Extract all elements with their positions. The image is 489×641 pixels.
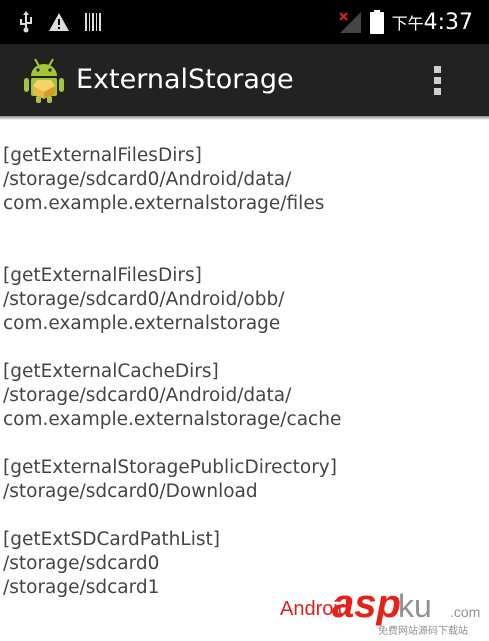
path-line: com.example.externalstorage/files — [3, 193, 325, 214]
watermark-domain: .com — [450, 604, 481, 620]
battery-icon — [369, 10, 384, 34]
path-header: [getExternalStoragePublicDirectory] — [3, 457, 337, 478]
signal-icon — [338, 12, 361, 33]
path-line: /storage/sdcard0/Android/data/ — [3, 385, 292, 406]
system-status: 下午4:37 — [338, 6, 473, 38]
path-header: [getExternalFilesDirs] — [3, 145, 202, 166]
android-icon — [24, 58, 64, 103]
watermark: Android asp ku .com 免费网站源码下载站 — [280, 582, 489, 641]
clock-time: 4:37 — [423, 9, 473, 35]
clock-period: 下午 — [391, 13, 424, 33]
path-block-obb: [getExternalFilesDirs] /storage/sdcard0/… — [3, 264, 485, 336]
overflow-menu-icon[interactable] — [428, 62, 448, 98]
path-header: [getExternalCacheDirs] — [3, 361, 219, 382]
path-line: /storage/sdcard0/Android/obb/ — [3, 289, 285, 310]
path-line: /storage/sdcard0/Download — [3, 481, 258, 502]
watermark-brand-suffix: ku — [398, 588, 432, 624]
path-block-cache: [getExternalCacheDirs] /storage/sdcard0/… — [3, 360, 485, 432]
watermark-subtitle: 免费网站源码下载站 — [378, 626, 468, 637]
watermark-brand: asp — [332, 582, 401, 626]
barcode-icon — [85, 13, 101, 31]
app-title: ExternalStorage — [76, 64, 294, 95]
path-header: [getExternalFilesDirs] — [3, 265, 202, 286]
path-line: com.example.externalstorage/cache — [3, 409, 342, 430]
clock: 下午4:37 — [392, 10, 473, 35]
warning-icon — [49, 13, 69, 31]
path-block-files: [getExternalFilesDirs] /storage/sdcard0/… — [3, 144, 485, 216]
storage-path-list: [getExternalFilesDirs] /storage/sdcard0/… — [3, 144, 485, 600]
path-header: [getExtSDCardPathList] — [3, 529, 220, 550]
notification-icons — [18, 10, 102, 34]
status-bar: 下午4:37 — [0, 0, 489, 44]
path-line: /storage/sdcard0/Android/data/ — [3, 169, 292, 190]
path-line: com.example.externalstorage — [3, 313, 281, 334]
path-line: /storage/sdcard0 — [3, 553, 160, 574]
usb-icon — [20, 11, 32, 33]
action-bar-shadow — [0, 116, 489, 120]
path-block-public-directory: [getExternalStoragePublicDirectory] /sto… — [3, 456, 485, 504]
